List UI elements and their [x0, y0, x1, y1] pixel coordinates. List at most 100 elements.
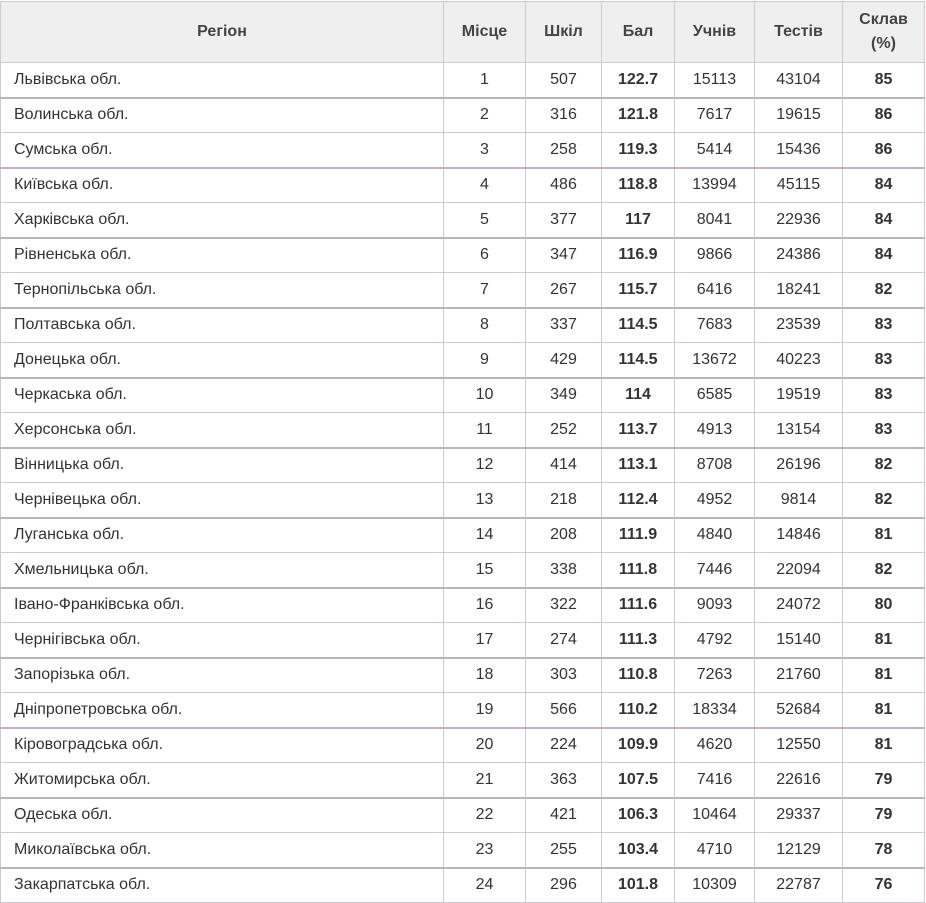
- cell-place: 13: [443, 482, 526, 518]
- header-score[interactable]: Бал: [601, 1, 675, 63]
- table-row: Черкаська обл. 10 349 114 6585 19519 83: [0, 376, 925, 413]
- cell-tests: 23539: [754, 306, 843, 343]
- cell-place: 10: [443, 376, 526, 413]
- cell-region: Івано-Франківська обл.: [0, 586, 444, 623]
- cell-students: 13672: [674, 342, 755, 378]
- cell-tests: 13154: [754, 412, 843, 448]
- cell-tests: 15436: [754, 132, 843, 168]
- cell-tests: 22787: [754, 866, 843, 903]
- cell-score: 121.8: [601, 96, 675, 133]
- cell-schools: 338: [525, 552, 602, 588]
- cell-region: Донецька обл.: [0, 342, 444, 378]
- cell-students: 4710: [674, 832, 755, 868]
- cell-place: 3: [443, 132, 526, 168]
- cell-tests: 22616: [754, 762, 843, 798]
- cell-students: 15113: [674, 62, 755, 98]
- cell-students: 18334: [674, 692, 755, 728]
- cell-place: 7: [443, 272, 526, 308]
- table-row: Тернопільська обл. 7 267 115.7 6416 18241 82: [0, 272, 925, 308]
- cell-place: 9: [443, 342, 526, 378]
- cell-region: Львівська обл.: [0, 62, 444, 98]
- cell-place: 1: [443, 62, 526, 98]
- cell-score: 114.5: [601, 306, 675, 343]
- cell-score: 111.3: [601, 622, 675, 658]
- cell-place: 8: [443, 306, 526, 343]
- cell-score: 115.7: [601, 272, 675, 308]
- cell-schools: 224: [525, 726, 602, 763]
- table-row: Полтавська обл. 8 337 114.5 7683 23539 83: [0, 306, 925, 343]
- cell-region: Миколаївська обл.: [0, 832, 444, 868]
- cell-place: 5: [443, 202, 526, 238]
- cell-tests: 9814: [754, 482, 843, 518]
- cell-score: 103.4: [601, 832, 675, 868]
- cell-place: 17: [443, 622, 526, 658]
- cell-passed: 82: [842, 552, 925, 588]
- cell-passed: 83: [842, 342, 925, 378]
- header-place[interactable]: Місце: [443, 1, 526, 63]
- cell-passed: 78: [842, 832, 925, 868]
- table-row: Миколаївська обл. 23 255 103.4 4710 12129 78: [0, 832, 925, 868]
- cell-passed: 85: [842, 62, 925, 98]
- cell-region: Хмельницька обл.: [0, 552, 444, 588]
- cell-schools: 429: [525, 342, 602, 378]
- cell-students: 6585: [674, 376, 755, 413]
- cell-region: Житомирська обл.: [0, 762, 444, 798]
- cell-passed: 86: [842, 132, 925, 168]
- table-body: Львівська обл. 1 507 122.7 15113 43104 85 Волин…: [0, 62, 925, 903]
- cell-score: 122.7: [601, 62, 675, 98]
- table-row: Житомирська обл. 21 363 107.5 7416 22616 79: [0, 762, 925, 798]
- cell-schools: 316: [525, 96, 602, 133]
- cell-region: Кіровоградська обл.: [0, 726, 444, 763]
- cell-score: 114.5: [601, 342, 675, 378]
- cell-schools: 255: [525, 832, 602, 868]
- cell-students: 4840: [674, 516, 755, 553]
- table-row: Київська обл. 4 486 118.8 13994 45115 84: [0, 166, 925, 203]
- cell-schools: 486: [525, 166, 602, 203]
- cell-students: 13994: [674, 166, 755, 203]
- cell-schools: 349: [525, 376, 602, 413]
- cell-region: Луганська обл.: [0, 516, 444, 553]
- cell-tests: 19519: [754, 376, 843, 413]
- cell-tests: 43104: [754, 62, 843, 98]
- cell-passed: 79: [842, 796, 925, 833]
- cell-passed: 81: [842, 726, 925, 763]
- cell-place: 21: [443, 762, 526, 798]
- cell-region: Вінницька обл.: [0, 446, 444, 483]
- cell-place: 15: [443, 552, 526, 588]
- cell-schools: 507: [525, 62, 602, 98]
- cell-place: 19: [443, 692, 526, 728]
- cell-students: 4792: [674, 622, 755, 658]
- cell-score: 112.4: [601, 482, 675, 518]
- header-schools[interactable]: Шкіл: [525, 1, 602, 63]
- cell-score: 117: [601, 202, 675, 238]
- cell-tests: 52684: [754, 692, 843, 728]
- cell-tests: 15140: [754, 622, 843, 658]
- cell-place: 2: [443, 96, 526, 133]
- cell-region: Тернопільська обл.: [0, 272, 444, 308]
- cell-tests: 21760: [754, 656, 843, 693]
- cell-tests: 19615: [754, 96, 843, 133]
- cell-students: 6416: [674, 272, 755, 308]
- cell-passed: 83: [842, 412, 925, 448]
- cell-students: 5414: [674, 132, 755, 168]
- cell-schools: 566: [525, 692, 602, 728]
- cell-region: Сумська обл.: [0, 132, 444, 168]
- cell-students: 7416: [674, 762, 755, 798]
- cell-schools: 303: [525, 656, 602, 693]
- cell-region: Волинська обл.: [0, 96, 444, 133]
- header-students[interactable]: Учнів: [674, 1, 755, 63]
- cell-tests: 26196: [754, 446, 843, 483]
- cell-score: 119.3: [601, 132, 675, 168]
- header-tests[interactable]: Тестів: [754, 1, 843, 63]
- cell-region: Дніпропетровська обл.: [0, 692, 444, 728]
- cell-students: 4952: [674, 482, 755, 518]
- header-passed[interactable]: Склав (%): [842, 1, 925, 63]
- cell-schools: 414: [525, 446, 602, 483]
- cell-region: Херсонська обл.: [0, 412, 444, 448]
- cell-passed: 81: [842, 692, 925, 728]
- header-region[interactable]: Регіон: [0, 1, 444, 63]
- cell-tests: 18241: [754, 272, 843, 308]
- cell-schools: 274: [525, 622, 602, 658]
- table-row: Чернігівська обл. 17 274 111.3 4792 15140 81: [0, 622, 925, 658]
- cell-region: Чернівецька обл.: [0, 482, 444, 518]
